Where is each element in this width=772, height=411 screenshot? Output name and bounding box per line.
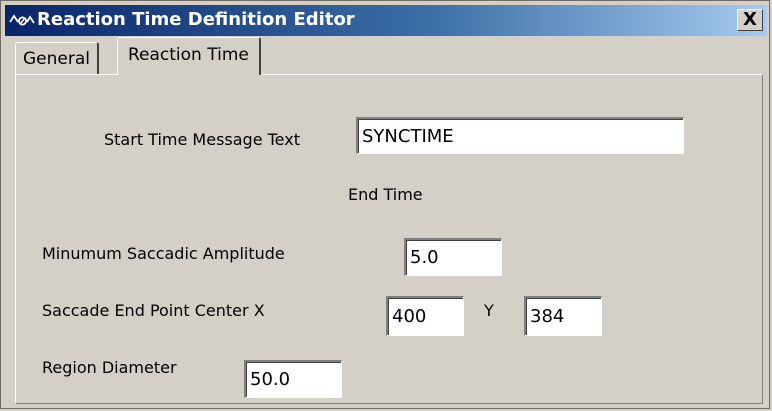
window-title: Reaction Time Definition Editor — [37, 9, 355, 30]
end-point-x-input[interactable] — [386, 296, 464, 336]
editor-window: Reaction Time Definition Editor X Genera… — [0, 0, 770, 409]
start-time-message-input[interactable] — [356, 117, 684, 154]
tab-panel: Start Time Message Text End Time Minumum… — [15, 74, 763, 404]
start-time-label: Start Time Message Text — [104, 130, 300, 149]
close-button[interactable]: X — [737, 9, 763, 31]
end-point-x-label: Saccade End Point Center X — [42, 301, 265, 320]
region-diameter-input[interactable] — [244, 360, 342, 398]
tab-general[interactable]: General — [15, 42, 99, 74]
min-amplitude-label: Minumum Saccadic Amplitude — [42, 244, 285, 263]
tab-reaction-time[interactable]: Reaction Time — [117, 37, 261, 75]
app-icon — [9, 14, 35, 26]
title-bar[interactable]: Reaction Time Definition Editor X — [5, 5, 767, 36]
end-time-heading: End Time — [348, 185, 423, 204]
end-point-y-input[interactable] — [524, 296, 602, 336]
min-amplitude-input[interactable] — [404, 238, 502, 276]
region-diameter-label: Region Diameter — [42, 358, 177, 377]
y-label: Y — [484, 301, 494, 320]
